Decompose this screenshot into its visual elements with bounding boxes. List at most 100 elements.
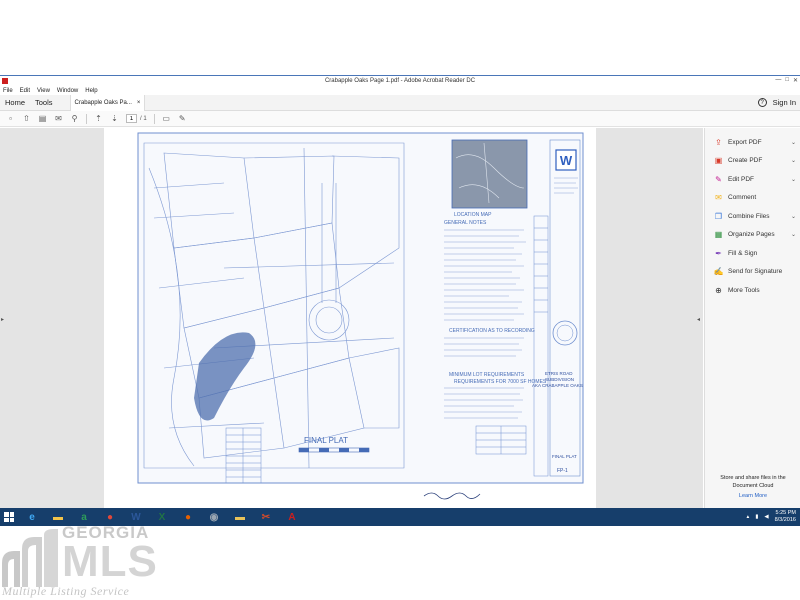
certification-heading: CERTIFICATION AS TO RECORDING — [449, 328, 535, 334]
help-icon[interactable]: ? — [757, 98, 767, 107]
tool-export-pdf[interactable]: ⇪ Export PDF ⌄ — [714, 136, 796, 148]
subdivision-line-3: AKA CRABAPPLE OAKS — [532, 383, 583, 388]
page-number-input[interactable] — [126, 114, 137, 123]
network-tray-icon[interactable]: ▮ — [755, 514, 758, 520]
clock[interactable]: 5:25 PM 8/3/2016 — [775, 510, 796, 524]
tool-organize-pages[interactable]: ▦ Organize Pages ⌄ — [714, 229, 796, 241]
tool-label: Export PDF — [728, 138, 762, 146]
system-tray: ▴ ▮ ◀ 5:25 PM 8/3/2016 — [747, 510, 800, 524]
chevron-down-icon[interactable]: ⌄ — [791, 157, 796, 164]
print-icon[interactable]: ▤ — [38, 114, 47, 123]
save-icon[interactable]: ▫ — [6, 114, 15, 123]
cloud-promo-line-1: Store and share files in the — [720, 475, 786, 481]
export-pdf-icon: ⇪ — [715, 137, 722, 147]
firm-logo-letter: W — [560, 153, 573, 168]
tab-tools[interactable]: Tools — [30, 98, 58, 107]
screenshot-frame: Crabapple Oaks Page 1.pdf - Adobe Acroba… — [0, 0, 800, 600]
toolbar: ▫ ⇧ ▤ ✉ ⚲ ⇡ ⇣ / 1 ▭ ✎ — [0, 111, 800, 127]
upload-icon[interactable]: ⇧ — [22, 114, 31, 123]
tool-combine-files[interactable]: ❐ Combine Files ⌄ — [714, 210, 796, 222]
location-map — [451, 139, 528, 209]
tool-send-signature[interactable]: ✍ Send for Signature — [714, 266, 796, 278]
next-page-icon[interactable]: ⇣ — [110, 114, 119, 123]
start-button-icon[interactable] — [4, 512, 14, 522]
pdf-page: FINAL PLAT LOCATION MAP GENERAL NOTES CE… — [104, 128, 596, 508]
acrobat-icon[interactable]: A — [282, 509, 302, 525]
tools-pane: ⇪ Export PDF ⌄ ▣ Create PDF ⌄ ✎ Edit PDF ⌄ ✉ Comme… — [704, 128, 800, 508]
chevron-down-icon[interactable]: ⌄ — [791, 213, 796, 220]
folder-icon[interactable]: ▬ — [230, 509, 250, 525]
more-tools-icon: ⊕ — [715, 285, 722, 295]
menu-window[interactable]: Window — [57, 88, 78, 94]
document-viewer[interactable]: ▸ ◂ FINAL PLAT LOCATION MAP GENERAL NOTE… — [0, 128, 703, 508]
subdivision-line-1: ETRIS ROAD — [545, 371, 573, 376]
watermark-mls: MLS — [62, 537, 158, 586]
fill-sign-icon: ✒ — [715, 248, 722, 258]
tool-create-pdf[interactable]: ▣ Create PDF ⌄ — [714, 155, 796, 167]
georgia-mls-logo-icon — [2, 529, 58, 587]
watermark-subtitle: Multiple Listing Service — [2, 584, 130, 598]
sign-in-link[interactable]: Sign In — [773, 98, 796, 107]
document-tab-label: Crabapple Oaks Pa... — [74, 99, 132, 106]
chevron-down-icon[interactable]: ⌄ — [791, 231, 796, 238]
pen-tool-icon[interactable]: ✎ — [178, 114, 187, 123]
tool-label: Fill & Sign — [728, 249, 758, 257]
final-plat-label: FINAL PLAT — [304, 436, 348, 445]
tray-chevron-icon[interactable]: ▴ — [747, 514, 750, 520]
volume-tray-icon[interactable]: ◀ — [764, 514, 768, 520]
tool-comment[interactable]: ✉ Comment — [714, 192, 796, 204]
clock-time: 5:25 PM — [775, 510, 796, 516]
send-signature-icon: ✍ — [713, 267, 724, 276]
tool-label: Send for Signature — [728, 268, 783, 275]
close-tab-icon[interactable]: × — [137, 100, 141, 106]
menu-help[interactable]: Help — [85, 88, 97, 94]
tool-edit-pdf[interactable]: ✎ Edit PDF ⌄ — [714, 173, 796, 185]
sheet-number: FP-1 — [557, 468, 568, 474]
clock-date: 8/3/2016 — [774, 517, 796, 523]
menu-file[interactable]: File — [3, 88, 13, 94]
tool-label: Organize Pages — [728, 231, 775, 238]
menu-view[interactable]: View — [37, 88, 50, 94]
chevron-down-icon[interactable]: ⌄ — [791, 176, 796, 183]
toolbar-divider — [153, 113, 155, 124]
tool-fill-sign[interactable]: ✒ Fill & Sign — [714, 247, 796, 259]
minimize-icon[interactable]: — — [775, 77, 781, 84]
tool-more-tools[interactable]: ⊕ More Tools — [714, 284, 796, 296]
plat-drawing: FINAL PLAT LOCATION MAP GENERAL NOTES CE… — [137, 132, 584, 500]
page-total: / 1 — [140, 115, 147, 122]
right-panel-toggle-icon[interactable]: ◂ — [697, 316, 700, 323]
toolbar-divider — [86, 113, 87, 124]
learn-more-link[interactable]: Learn More — [705, 492, 800, 500]
tool-label: Comment — [728, 194, 757, 201]
create-pdf-icon: ▣ — [714, 156, 723, 165]
left-panel-toggle-icon[interactable]: ▸ — [1, 316, 4, 323]
comment-icon: ✉ — [715, 193, 722, 202]
tab-bar: Home Tools Crabapple Oaks Pa... × ? Sign… — [0, 94, 800, 111]
final-plat-small: FINAL PLAT — [552, 454, 577, 459]
menu-edit[interactable]: Edit — [20, 88, 30, 94]
minimum-lot-heading: MINIMUM LOT REQUIREMENTS — [449, 372, 525, 378]
title-bar: Crabapple Oaks Page 1.pdf - Adobe Acroba… — [0, 76, 800, 86]
comment-tool-icon[interactable]: ▭ — [162, 114, 171, 123]
tool-label: Edit PDF — [728, 175, 755, 183]
email-icon[interactable]: ✉ — [54, 114, 63, 123]
chevron-down-icon[interactable]: ⌄ — [791, 139, 796, 146]
tool-label: Combine Files — [728, 212, 770, 220]
acrobat-window: Crabapple Oaks Page 1.pdf - Adobe Acroba… — [0, 75, 800, 508]
network-icon[interactable]: ◉ — [204, 509, 224, 525]
general-notes-heading: GENERAL NOTES — [444, 220, 487, 226]
signature-scribble — [423, 492, 481, 500]
maximize-icon[interactable]: □ — [785, 77, 789, 84]
search-icon[interactable]: ⚲ — [70, 114, 79, 123]
location-map-label: LOCATION MAP — [454, 212, 492, 218]
document-cloud-promo: Store and share files in the Document Cl… — [705, 474, 800, 500]
previous-page-icon[interactable]: ⇡ — [94, 114, 103, 123]
georgia-mls-watermark: GEORGIA MLS Multiple Listing Service — [0, 523, 170, 600]
tab-home[interactable]: Home — [0, 98, 30, 107]
organize-pages-icon: ▦ — [714, 230, 723, 239]
snip-icon[interactable]: ✂ — [256, 509, 276, 525]
tool-label: Create PDF — [728, 157, 763, 164]
firefox-icon[interactable]: ● — [178, 509, 198, 525]
close-window-icon[interactable]: ✕ — [793, 77, 798, 84]
tab-document[interactable]: Crabapple Oaks Pa... × — [69, 94, 146, 111]
